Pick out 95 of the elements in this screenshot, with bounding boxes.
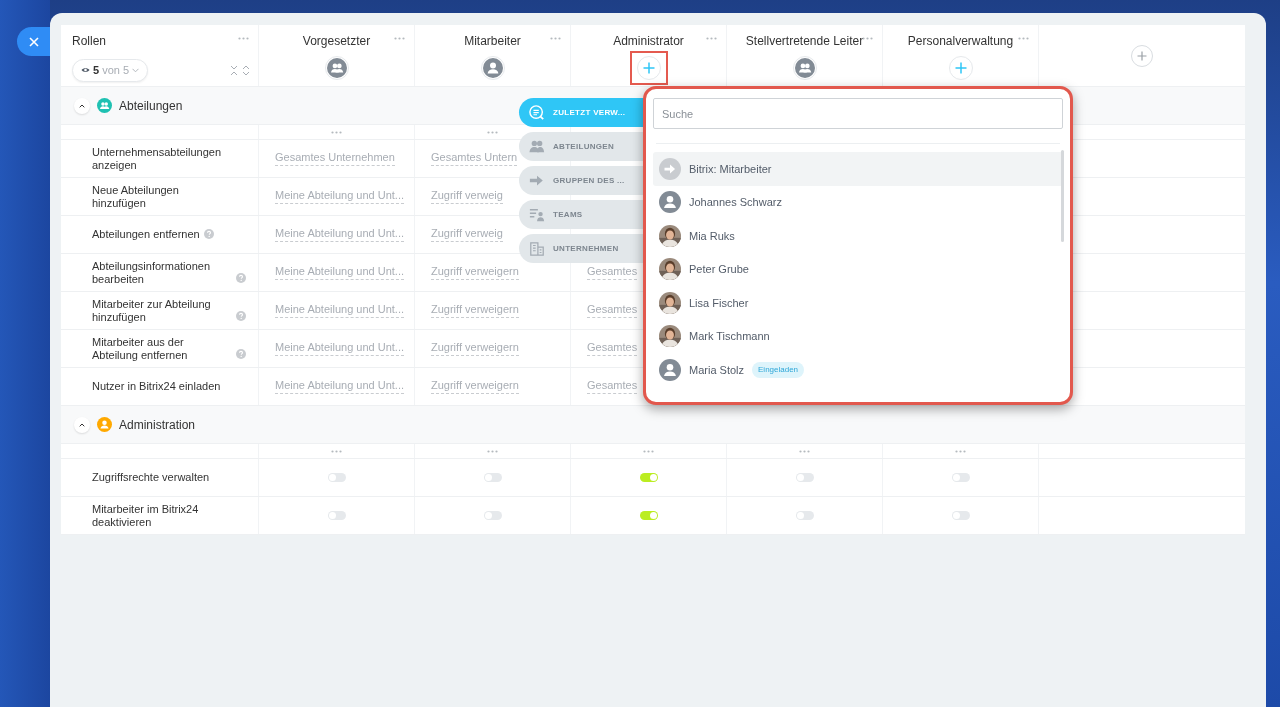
- toggle-switch[interactable]: [639, 473, 658, 482]
- access-level-link[interactable]: Zugriff verweig: [431, 189, 503, 204]
- access-level-link[interactable]: Gesamtes Unternehmen: [275, 151, 395, 166]
- role-member-button[interactable]: [792, 56, 817, 80]
- access-level-link[interactable]: Gesamtes: [587, 341, 638, 356]
- role-member-button[interactable]: [324, 56, 349, 80]
- section-title: Administration: [119, 416, 196, 434]
- status-badge: Eingeladen: [752, 361, 805, 378]
- close-icon: [29, 36, 39, 47]
- add-role-button[interactable]: [1131, 45, 1153, 67]
- more-icon[interactable]: [487, 449, 498, 453]
- more-icon[interactable]: [394, 37, 405, 40]
- toggle-switch[interactable]: [951, 511, 970, 520]
- collapse-button[interactable]: [74, 416, 90, 433]
- row-label: Neue Abteilungen hinzufügen: [92, 183, 180, 210]
- more-icon[interactable]: [331, 130, 342, 134]
- eye-icon: [81, 67, 90, 74]
- user-icon: [659, 358, 681, 381]
- role-title: Mitarbeiter: [464, 33, 521, 50]
- row-label: Mitarbeiter zur Abteilung hinzufügen: [92, 297, 212, 324]
- member-option[interactable]: Peter Grube: [653, 252, 1063, 286]
- more-icon[interactable]: [550, 37, 561, 40]
- access-level-link[interactable]: Gesamtes: [587, 379, 638, 394]
- people-icon: [529, 138, 545, 155]
- toggle-switch[interactable]: [483, 511, 502, 520]
- row-label: Abteilungsinformationen bearbeiten: [92, 259, 212, 286]
- group-icon: [326, 58, 347, 78]
- collapse-icon[interactable]: [230, 64, 238, 76]
- access-level-link[interactable]: Meine Abteilung und Unt...: [275, 379, 405, 394]
- collapse-button[interactable]: [74, 97, 90, 114]
- search-field[interactable]: Suche: [653, 98, 1063, 129]
- more-icon[interactable]: [643, 449, 654, 453]
- plus-icon: [1137, 51, 1147, 61]
- toggle-switch[interactable]: [327, 511, 346, 520]
- access-level-link[interactable]: Gesamtes: [587, 265, 638, 280]
- more-icon[interactable]: [862, 37, 873, 40]
- access-level-link[interactable]: Zugriff verweigern: [431, 341, 519, 356]
- team-list-icon: [529, 206, 545, 223]
- toggle-switch[interactable]: [639, 511, 658, 520]
- access-level-link[interactable]: Gesamtes: [587, 303, 638, 318]
- chevron-icon: [79, 422, 85, 427]
- expand-icon[interactable]: [242, 64, 250, 76]
- access-level-link[interactable]: Meine Abteilung und Unt...: [275, 265, 405, 280]
- access-level-link[interactable]: Meine Abteilung und Unt...: [275, 189, 405, 204]
- member-option[interactable]: Lisa Fischer: [653, 286, 1063, 320]
- access-level-link[interactable]: Zugriff verweigern: [431, 379, 519, 394]
- add-member-button[interactable]: [636, 56, 661, 80]
- building-icon: [529, 240, 545, 257]
- user-icon: [659, 191, 681, 214]
- section-title: Abteilungen: [119, 97, 183, 115]
- plus-icon: [642, 62, 655, 74]
- more-icon[interactable]: [238, 37, 249, 40]
- column-title: Rollen: [72, 33, 107, 50]
- row-label: Unternehmensabteilungen anzeigen: [92, 145, 223, 172]
- toggle-switch[interactable]: [483, 473, 502, 482]
- row-label: Nutzer in Bitrix24 einladen: [92, 380, 221, 393]
- role-member-button[interactable]: [480, 56, 505, 80]
- role-title: Vorgesetzter: [302, 33, 371, 50]
- access-level-link[interactable]: Gesamtes Untern: [431, 151, 518, 166]
- group-icon: [794, 58, 815, 78]
- plus-icon: [954, 62, 967, 74]
- more-icon[interactable]: [799, 449, 810, 453]
- search-icon: [529, 104, 545, 121]
- more-icon[interactable]: [331, 449, 342, 453]
- close-button[interactable]: [17, 27, 51, 56]
- access-level-link[interactable]: Meine Abteilung und Unt...: [275, 227, 405, 242]
- role-title: Stellvertretende Leiter: [745, 33, 864, 50]
- caret-icon: [132, 67, 140, 73]
- access-level-link[interactable]: Zugriff verweigern: [431, 303, 519, 318]
- member-option[interactable]: Mark Tischmann: [653, 319, 1063, 353]
- more-icon[interactable]: [487, 130, 498, 134]
- access-level-link[interactable]: Meine Abteilung und Unt...: [275, 303, 405, 318]
- row-label: Abteilungen entfernen: [92, 228, 200, 241]
- member-option[interactable]: Bitrix: Mitarbeiter: [653, 152, 1063, 186]
- row-label: Zugriffsrechte verwalten: [92, 471, 210, 484]
- more-icon[interactable]: [706, 37, 717, 40]
- role-filter-button[interactable]: 5 von 5: [72, 59, 149, 82]
- scrollbar-thumb[interactable]: [1061, 150, 1064, 242]
- member-option[interactable]: Maria Stolz Eingeladen: [653, 353, 1063, 387]
- row-label: Mitarbeiter aus der Abteilung entfernen: [92, 335, 189, 362]
- role-title: Administrator: [613, 33, 684, 50]
- more-icon[interactable]: [1018, 37, 1029, 40]
- toggle-switch[interactable]: [327, 473, 346, 482]
- access-level-link[interactable]: Zugriff verweigern: [431, 265, 519, 280]
- access-level-link[interactable]: Zugriff verweig: [431, 227, 503, 242]
- user-icon: [482, 58, 503, 78]
- add-member-button[interactable]: [948, 56, 973, 80]
- chevron-icon: [79, 103, 85, 108]
- toggle-switch[interactable]: [795, 511, 814, 520]
- row-label: Mitarbeiter im Bitrix24 deaktivieren: [92, 502, 200, 529]
- toggle-switch[interactable]: [951, 473, 970, 482]
- more-icon[interactable]: [955, 449, 966, 453]
- access-level-link[interactable]: Meine Abteilung und Unt...: [275, 341, 405, 356]
- role-title: Personalverwaltung: [907, 33, 1014, 50]
- toggle-switch[interactable]: [795, 473, 814, 482]
